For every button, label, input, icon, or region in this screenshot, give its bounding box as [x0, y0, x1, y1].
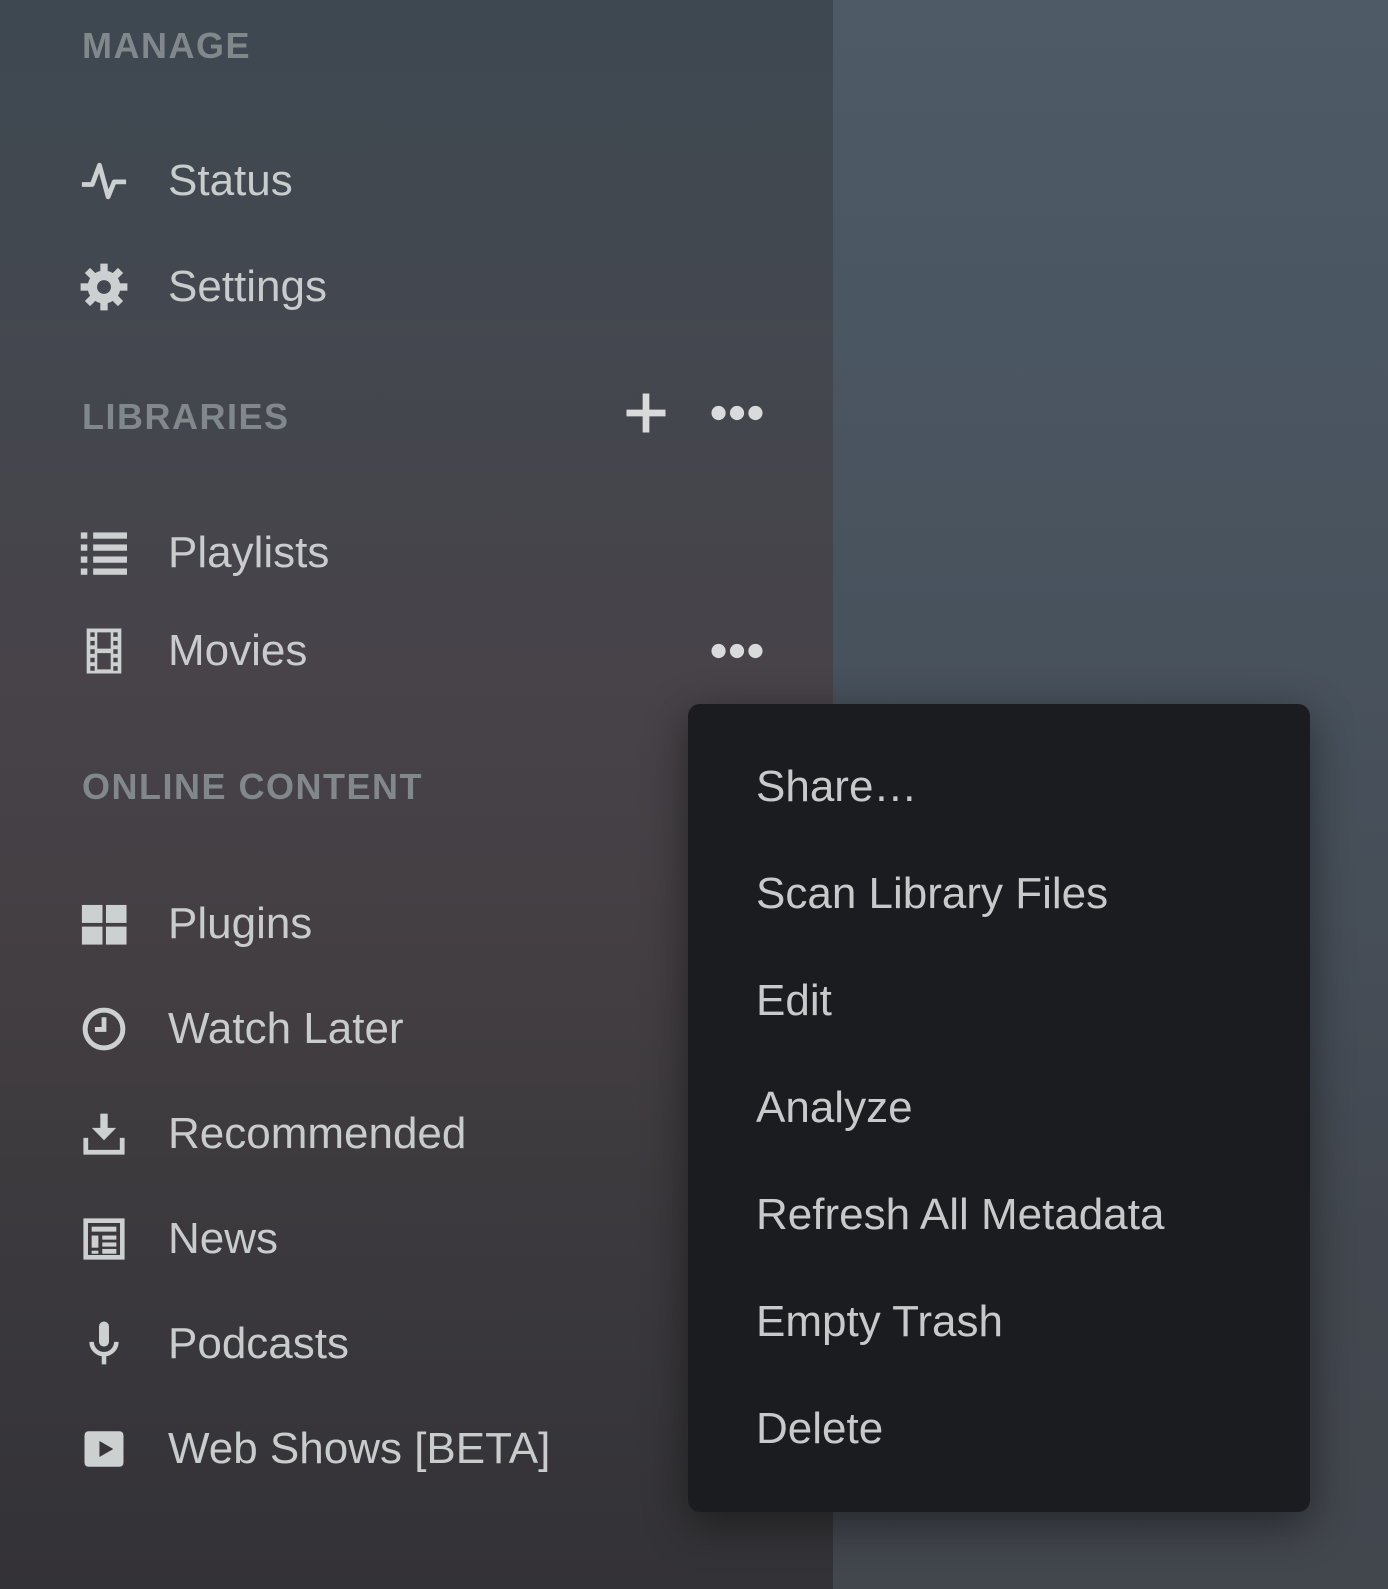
film-icon	[78, 625, 130, 677]
microphone-icon	[78, 1318, 130, 1370]
news-icon	[78, 1213, 130, 1265]
section-header-online-content: ONLINE CONTENT	[82, 765, 423, 809]
menu-item-delete[interactable]: Delete	[688, 1375, 1310, 1482]
sidebar-item-label: Plugins	[168, 892, 312, 956]
sidebar-item-label: Settings	[168, 255, 327, 319]
activity-icon	[78, 155, 130, 207]
sidebar-item-watch-later[interactable]: Watch Later	[78, 997, 404, 1061]
play-square-icon	[78, 1423, 130, 1475]
plus-icon	[620, 387, 672, 439]
section-header-manage: MANAGE	[82, 24, 251, 68]
movies-more-button[interactable]	[708, 625, 766, 677]
sidebar-item-recommended[interactable]: Recommended	[78, 1102, 466, 1166]
sidebar-item-label: Status	[168, 149, 293, 213]
sidebar-item-label: Podcasts	[168, 1312, 349, 1376]
clock-icon	[78, 1003, 130, 1055]
playlist-icon	[78, 527, 130, 579]
sidebar-item-podcasts[interactable]: Podcasts	[78, 1312, 349, 1376]
sidebar-item-playlists[interactable]: Playlists	[78, 521, 329, 585]
more-dots-icon	[708, 387, 766, 439]
download-icon	[78, 1108, 130, 1160]
gear-icon	[78, 261, 130, 313]
sidebar-item-label: Web Shows [BETA]	[168, 1417, 550, 1481]
more-dots-icon	[708, 625, 766, 677]
sidebar-item-plugins[interactable]: Plugins	[78, 892, 312, 956]
sidebar-item-label: Recommended	[168, 1102, 466, 1166]
sidebar-item-label: Playlists	[168, 521, 329, 585]
menu-item-refresh-all-metadata[interactable]: Refresh All Metadata	[688, 1161, 1310, 1268]
sidebar-item-label: Movies	[168, 619, 307, 683]
menu-item-scan-library-files[interactable]: Scan Library Files	[688, 841, 1310, 948]
menu-item-analyze[interactable]: Analyze	[688, 1055, 1310, 1162]
section-header-libraries: LIBRARIES	[82, 395, 290, 439]
sidebar-item-label: News	[168, 1207, 278, 1271]
plugins-icon	[78, 898, 130, 950]
screen: MANAGE Status Settings LIBRARIES	[0, 0, 1388, 1589]
sidebar-item-status[interactable]: Status	[78, 149, 293, 213]
menu-item-share[interactable]: Share…	[688, 734, 1310, 841]
sidebar-item-web-shows[interactable]: Web Shows [BETA]	[78, 1417, 550, 1481]
menu-item-edit[interactable]: Edit	[688, 948, 1310, 1055]
sidebar-item-news[interactable]: News	[78, 1207, 278, 1271]
libraries-more-button[interactable]	[708, 387, 766, 439]
menu-item-empty-trash[interactable]: Empty Trash	[688, 1268, 1310, 1375]
library-context-menu: Share… Scan Library Files Edit Analyze R…	[688, 704, 1310, 1512]
sidebar-item-settings[interactable]: Settings	[78, 255, 327, 319]
sidebar-item-label: Watch Later	[168, 997, 404, 1061]
add-library-button[interactable]	[620, 387, 672, 439]
sidebar-item-movies[interactable]: Movies	[78, 619, 307, 683]
